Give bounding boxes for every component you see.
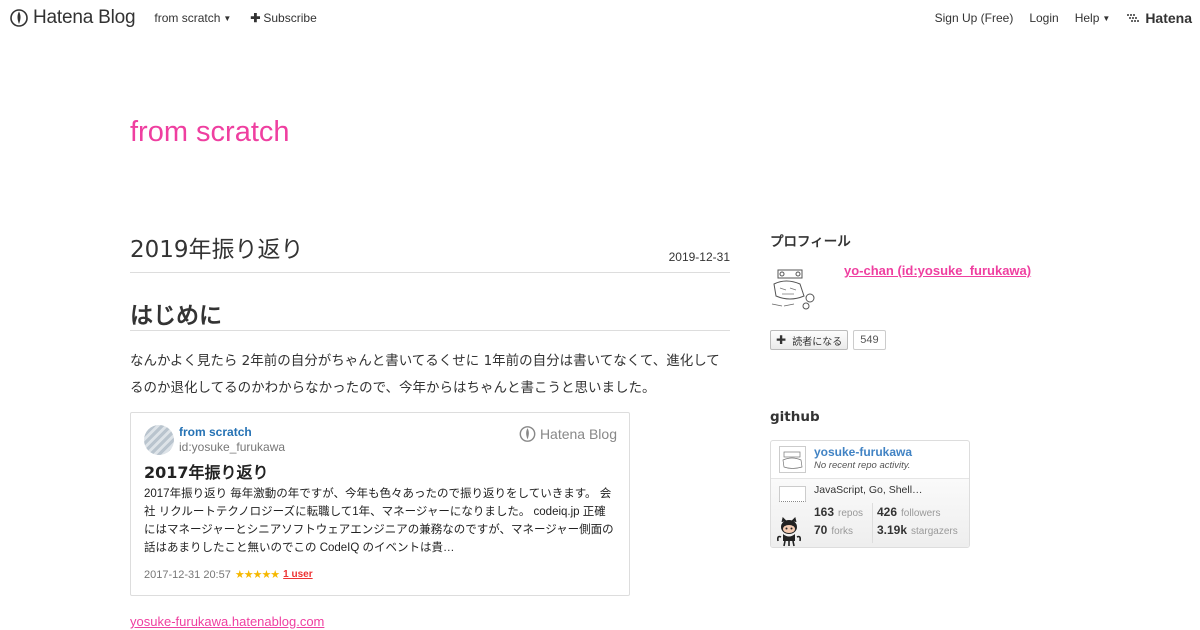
- github-stargazers-stat: 3.19k stargazers: [877, 523, 958, 537]
- bookmark-users-link[interactable]: 1 user: [283, 569, 312, 580]
- github-badge-header: yosuke-furukawa No recent repo activity.: [771, 441, 969, 479]
- github-followers-label: followers: [901, 508, 941, 519]
- subscribe-button-label: 読者になる: [792, 336, 843, 348]
- github-followers-stat: 426 followers: [877, 505, 941, 519]
- embed-hatena-blog-logo: Hatena Blog: [519, 425, 617, 443]
- profile-name-link[interactable]: yo-chan (id:yosuke_furukawa): [844, 263, 1031, 278]
- sidebar: プロフィール yo-chan (id:yosuke_furukawa) ✚ 読者…: [770, 230, 1070, 548]
- octocat-icon: [777, 517, 801, 547]
- hatena-wings-icon: [1127, 14, 1140, 22]
- global-header: Hatena Blog from scratch ▼ ✚ Subscribe Sig…: [0, 0, 1200, 36]
- hatena-logo[interactable]: Hatena: [1126, 10, 1192, 26]
- repo-icon: [779, 486, 806, 502]
- login-link[interactable]: Login: [1029, 11, 1058, 25]
- heading-divider: [130, 330, 730, 331]
- hatena-text: Hatena: [1145, 10, 1192, 26]
- embed-description: 2017年振り返り 毎年激動の年ですが、今年も色々あったので振り返りをしていきま…: [144, 488, 614, 554]
- subscribe-widget: ✚ 読者になる 549: [770, 330, 886, 350]
- github-badge: yosuke-furukawa No recent repo activity.…: [770, 440, 970, 548]
- blogcard-embed[interactable]: from scratch id:yosuke_furukawa Hatena B…: [130, 412, 630, 596]
- embed-datetime: 2017-12-31 20:57: [144, 568, 231, 581]
- entry-paragraph: なんかよく見たら 2年前の自分がちゃんと書いてるくせに 1年前の自分は書いてなく…: [130, 353, 720, 396]
- github-username-link[interactable]: yosuke-furukawa: [814, 445, 912, 459]
- entry-title[interactable]: 2019年振り返り: [130, 230, 730, 263]
- section-heading: はじめに: [130, 303, 222, 329]
- github-avatar[interactable]: [779, 446, 806, 473]
- plus-icon: ✚: [250, 11, 261, 25]
- help-dropdown[interactable]: Help ▼: [1075, 11, 1111, 25]
- github-badge-body: JavaScript, Go, Shell… 163 repos 70 forks …: [771, 479, 969, 547]
- title-divider: [130, 272, 730, 273]
- github-forks-label: forks: [831, 526, 854, 537]
- hatena-blog-icon: [10, 9, 28, 27]
- blog-menu-dropdown[interactable]: from scratch ▼: [154, 11, 231, 25]
- caret-down-icon: ▼: [1102, 14, 1111, 23]
- github-stargazers-count: 3.19k: [877, 523, 908, 537]
- embed-blog-name[interactable]: from scratch: [179, 425, 252, 439]
- profile-avatar[interactable]: [770, 266, 818, 310]
- blog-title[interactable]: from scratch: [130, 116, 290, 149]
- global-header-right: Sign Up (Free) Login Help ▼ Hatena: [935, 10, 1200, 26]
- stats-divider: [872, 503, 873, 543]
- blog-url-link[interactable]: yosuke-furukawa.hatenablog.com: [130, 614, 324, 629]
- brand-text: Hatena Blog: [33, 7, 136, 28]
- github-stargazers-label: stargazers: [911, 526, 958, 537]
- github-repos-label: repos: [838, 508, 864, 519]
- avatar: [144, 425, 174, 455]
- embed-logo-text: Hatena Blog: [539, 426, 617, 442]
- embed-title[interactable]: 2017年振り返り: [144, 459, 269, 483]
- entry-date[interactable]: 2019-12-31: [669, 250, 730, 264]
- subscriber-count[interactable]: 549: [853, 330, 886, 350]
- help-label: Help: [1074, 11, 1100, 25]
- global-header-left: Hatena Blog from scratch ▼ ✚ Subscribe: [10, 7, 317, 29]
- subscribe-label: Subscribe: [263, 11, 317, 25]
- github-module-title: github: [770, 409, 820, 425]
- plus-icon: ✚: [776, 333, 787, 347]
- entry: 2019年振り返り 2019-12-31 はじめに なんかよく見たら 2年前の自…: [130, 230, 730, 629]
- hatena-blog-logo[interactable]: Hatena Blog: [10, 7, 136, 29]
- github-forks-stat: 70 forks: [814, 523, 853, 537]
- github-forks-count: 70: [814, 523, 828, 537]
- github-followers-count: 426: [877, 505, 898, 519]
- profile-module-title: プロフィール: [770, 234, 851, 250]
- hatena-blog-icon: [519, 426, 536, 442]
- signup-link[interactable]: Sign Up (Free): [935, 11, 1014, 25]
- subscribe-link[interactable]: ✚ Subscribe: [250, 11, 316, 25]
- embed-footer: 2017-12-31 20:57 ★★★★★ 1 user: [144, 568, 313, 582]
- github-repos-stat: 163 repos: [814, 505, 863, 519]
- star-icons[interactable]: ★★★★★: [235, 568, 280, 581]
- github-languages: JavaScript, Go, Shell…: [814, 484, 923, 496]
- subscribe-button[interactable]: ✚ 読者になる: [770, 330, 849, 350]
- caret-down-icon: ▼: [223, 14, 232, 23]
- embed-author-id: id:yosuke_furukawa: [179, 440, 286, 454]
- github-repos-count: 163: [814, 505, 835, 519]
- github-activity: No recent repo activity.: [814, 460, 911, 471]
- blog-menu-label: from scratch: [154, 11, 221, 25]
